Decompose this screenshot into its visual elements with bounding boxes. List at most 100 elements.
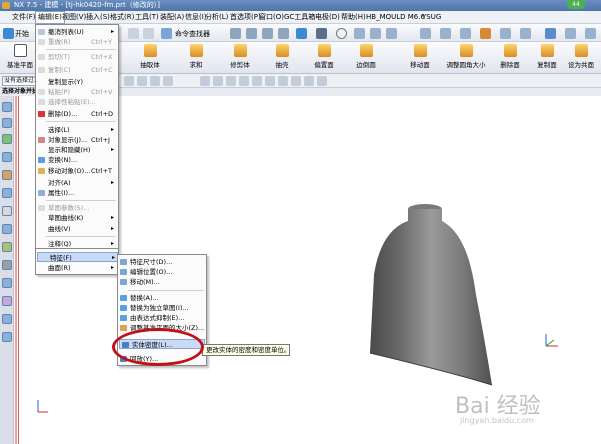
sketch-parameters-icon <box>38 205 45 211</box>
command-finder-button[interactable]: 命令查找器 <box>175 29 210 39</box>
palette-icon[interactable] <box>2 278 12 288</box>
snap-icon[interactable] <box>252 76 262 86</box>
menu-item-edit-positioning[interactable]: 编辑位置(O)... <box>118 267 206 277</box>
redo-icon[interactable] <box>143 28 154 39</box>
roles-icon[interactable] <box>2 242 12 252</box>
menu-item-surface[interactable]: 曲面(R) ▸ <box>36 263 118 273</box>
menu-item-paste-special[interactable]: 选择性粘贴(E)... <box>36 97 118 107</box>
web-browser-icon[interactable] <box>2 170 12 180</box>
edge-blend-button[interactable]: 边倒圆 <box>346 44 386 69</box>
system-materials-icon[interactable] <box>2 206 12 216</box>
menu-item-redo[interactable]: 重做(R) Ctrl+Y <box>36 37 118 47</box>
snap-icon[interactable] <box>200 76 210 86</box>
menu-file[interactable]: 文件(F) <box>10 11 38 24</box>
tool-icon[interactable] <box>420 28 431 39</box>
render-sphere-icon[interactable] <box>336 28 347 39</box>
menu-hb-mould[interactable]: HB_MOULD M6.6 <box>364 11 427 24</box>
reuse-library-icon[interactable] <box>2 152 12 162</box>
snap-icon[interactable] <box>265 76 275 86</box>
tool-icon[interactable] <box>370 28 381 39</box>
menu-item-show-hide[interactable]: 显示和隐藏(H) ▸ <box>36 145 118 155</box>
menu-electrode[interactable]: 电极(D) <box>313 11 342 24</box>
offset-face-button[interactable]: 偏置面 <box>304 44 344 69</box>
menu-item-cut[interactable]: 剪切(T) Ctrl+X <box>36 52 118 62</box>
tool-icon[interactable] <box>262 28 273 39</box>
tool-icon[interactable] <box>278 28 289 39</box>
menu-item-properties[interactable]: 属性(I)... <box>36 188 118 198</box>
move-face-button[interactable]: 移动面 <box>400 44 440 69</box>
menu-item-transform[interactable]: 变换(N)... <box>36 155 118 165</box>
resize-blend-button[interactable]: 调整圆角大小 <box>446 44 486 69</box>
menu-item-object-display[interactable]: 对象显示(J)... Ctrl+J <box>36 135 118 145</box>
command-finder-icon[interactable] <box>161 28 172 39</box>
menu-analysis[interactable]: 分析(L) <box>203 11 230 24</box>
tool-icon[interactable] <box>386 28 397 39</box>
menu-item-sketch-curve[interactable]: 草图曲线(K) ▸ <box>36 213 118 223</box>
tool-icon[interactable] <box>460 28 471 39</box>
start-button[interactable]: 开始 <box>15 29 29 39</box>
part-navigator-icon[interactable] <box>2 134 12 144</box>
history-icon[interactable] <box>2 188 12 198</box>
bottle-part-model[interactable] <box>360 195 500 390</box>
snap-icon[interactable] <box>278 76 288 86</box>
hd3d-tools-icon[interactable] <box>2 296 12 306</box>
menu-item-replace-with-sketch[interactable]: 替换为独立草图(I)... <box>118 303 206 313</box>
tool-icon[interactable] <box>354 28 365 39</box>
resource-icon[interactable] <box>2 314 12 324</box>
unite-button[interactable]: 求和 <box>176 44 216 69</box>
snap-icon[interactable] <box>304 76 314 86</box>
menu-item-curve[interactable]: 曲线(V) ▸ <box>36 224 118 234</box>
menu-item-delete[interactable]: 删除(D)... Ctrl+D <box>36 109 118 119</box>
menu-item-align[interactable]: 对齐(A) ▸ <box>36 178 118 188</box>
select-icon[interactable] <box>150 76 160 86</box>
shaded-view-icon[interactable] <box>316 28 327 39</box>
snap-icon[interactable] <box>291 76 301 86</box>
offset-face-icon <box>317 44 331 57</box>
snap-icon[interactable] <box>213 76 223 86</box>
menu-item-replace[interactable]: 替换(A)... <box>118 293 206 303</box>
tool-icon[interactable] <box>230 28 241 39</box>
menu-item-selection[interactable]: 选择(L) ▸ <box>36 125 118 135</box>
constraint-navigator-icon[interactable] <box>2 118 12 128</box>
extract-body-button[interactable]: 抽取体 <box>130 44 170 69</box>
select-icon[interactable] <box>124 76 134 86</box>
menu-item-suppress-by-expression[interactable]: 由表达式抑制(E)... <box>118 313 206 323</box>
snap-icon[interactable] <box>317 76 327 86</box>
datum-plane-button[interactable]: 基准平面 <box>0 44 40 69</box>
menu-item-feature-dimension[interactable]: 特征尺寸(D)... <box>118 257 206 267</box>
process-studio-icon[interactable] <box>2 224 12 234</box>
menu-item-annotation[interactable]: 注释(Q) ▸ <box>36 239 118 249</box>
menu-item-paste[interactable]: 粘贴(P) Ctrl+V <box>36 87 118 97</box>
select-icon[interactable] <box>137 76 147 86</box>
shell-button[interactable]: 抽壳 <box>262 44 302 69</box>
menu-item-feature[interactable]: 特征(F) ▸ <box>37 252 118 262</box>
menu-tools[interactable]: 工具(T) <box>133 11 161 24</box>
system-scenes-icon[interactable] <box>2 260 12 270</box>
menu-item-move-object[interactable]: 移动对象(O)... Ctrl+T <box>36 166 118 176</box>
menu-item-copy[interactable]: 复制(C) Ctrl+C <box>36 65 118 75</box>
tool-icon[interactable] <box>440 28 451 39</box>
menu-ysug[interactable]: YSUG <box>420 11 443 24</box>
view-cube-icon[interactable] <box>296 28 307 39</box>
resource-icon[interactable] <box>2 332 12 342</box>
make-coplanar-button[interactable]: 设为共面 <box>561 44 601 69</box>
undo-icon[interactable] <box>128 28 139 39</box>
tool-icon[interactable] <box>565 28 576 39</box>
tool-icon[interactable] <box>500 28 511 39</box>
snap-icon[interactable] <box>226 76 236 86</box>
menu-item-move[interactable]: 移动(M)... <box>118 277 206 287</box>
menu-item-undo-list[interactable]: 撤消列表(U) ▸ <box>36 27 118 37</box>
tool-icon[interactable] <box>480 28 491 39</box>
tool-icon[interactable] <box>520 28 531 39</box>
snap-icon[interactable] <box>239 76 249 86</box>
delete-face-button[interactable]: 删除面 <box>490 44 530 69</box>
assembly-navigator-icon[interactable] <box>2 102 12 112</box>
start-icon[interactable] <box>3 28 14 39</box>
menu-item-copy-display[interactable]: 复制显示(Y) <box>36 77 118 87</box>
select-icon[interactable] <box>163 76 173 86</box>
trim-body-button[interactable]: 修剪体 <box>220 44 260 69</box>
tool-icon[interactable] <box>246 28 257 39</box>
menu-item-sketch-parameters[interactable]: 草图参数(S)... <box>36 203 118 213</box>
tool-icon[interactable] <box>585 28 596 39</box>
tool-icon[interactable] <box>545 28 556 39</box>
